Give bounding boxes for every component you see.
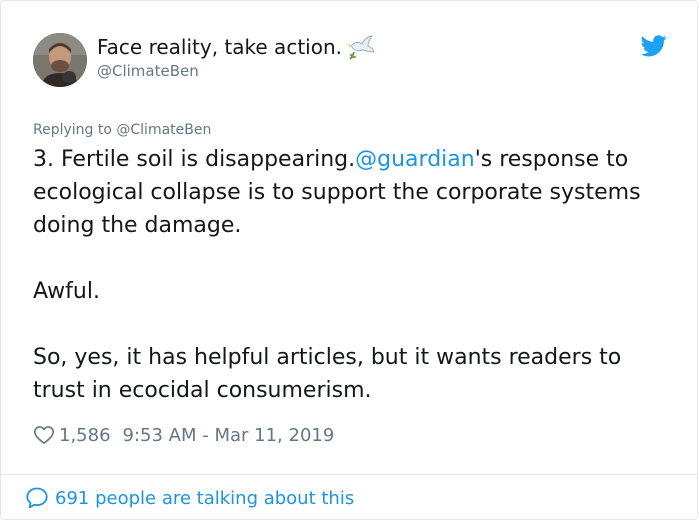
tweet-paragraph-3: So, yes, it has helpful articles, but it… (33, 345, 622, 403)
author-handle[interactable]: @ClimateBen (97, 61, 376, 81)
avatar[interactable] (33, 33, 87, 87)
tweet-paragraph-1: 3. Fertile soil is disappearing.@guardia… (33, 143, 673, 242)
avatar-image (33, 33, 87, 87)
like-count[interactable]: 1,586 (59, 425, 111, 446)
tweet-card: Face reality, take action. @ClimateBen R… (0, 0, 698, 520)
tweet-text: 3. Fertile soil is disappearing.@guardia… (33, 143, 673, 407)
tweet-header: Face reality, take action. @ClimateBen (33, 33, 667, 89)
speech-bubble-icon (26, 487, 48, 509)
replying-to-handle[interactable]: @ClimateBen (116, 122, 211, 138)
replying-to-prefix: Replying to (33, 122, 117, 138)
divider (1, 474, 697, 475)
author-names: Face reality, take action. @ClimateBen (97, 33, 376, 81)
tweet-text-before-mention: 3. Fertile soil is disappearing. (33, 147, 356, 172)
conversation-count-text: 691 people are talking about this (55, 487, 355, 509)
tweet-meta: 1,586 9:53 AM - Mar 11, 2019 (33, 421, 334, 449)
mention-link-guardian[interactable]: @guardian (355, 147, 475, 172)
display-name-row: Face reality, take action. (97, 33, 376, 61)
heart-icon[interactable] (33, 424, 55, 446)
twitter-bird-icon[interactable] (641, 35, 667, 57)
replying-to: Replying to @ClimateBen (33, 120, 211, 140)
display-name[interactable]: Face reality, take action. (97, 33, 342, 61)
tweet-paragraph-2: Awful. (33, 279, 100, 304)
conversation-link[interactable]: 691 people are talking about this (25, 485, 354, 511)
dove-icon (346, 33, 376, 61)
timestamp[interactable]: 9:53 AM - Mar 11, 2019 (123, 425, 335, 446)
